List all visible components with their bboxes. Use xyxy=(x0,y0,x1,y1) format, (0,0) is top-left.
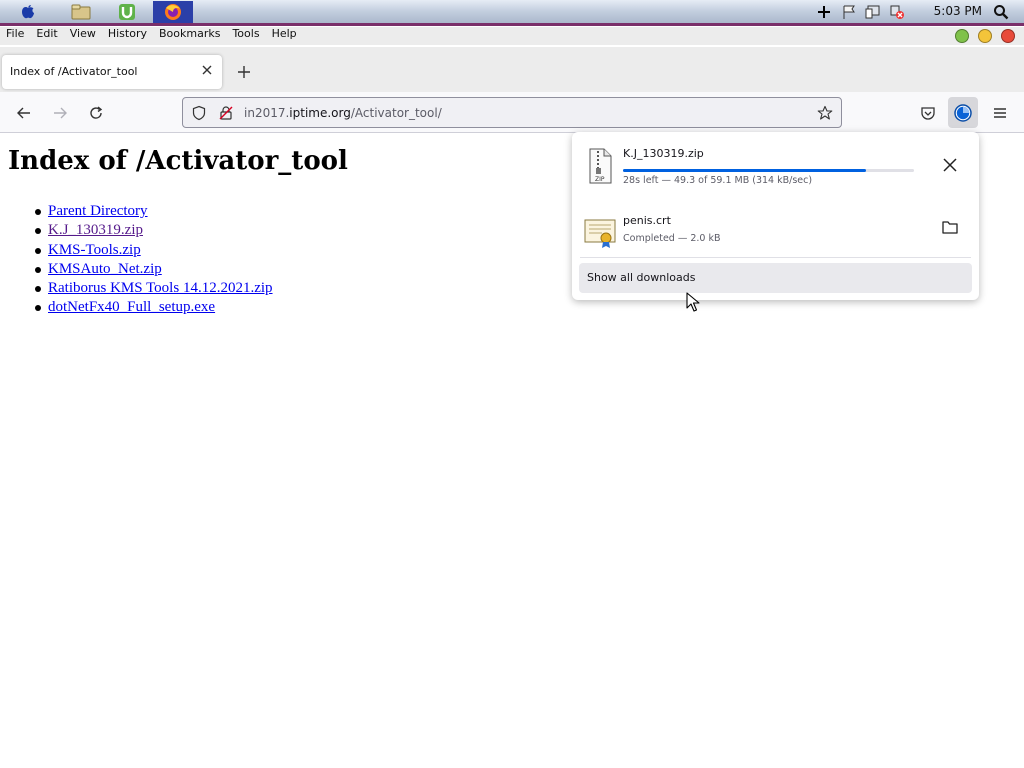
clock[interactable]: 5:03 PM xyxy=(934,4,982,18)
svg-text:ZIP: ZIP xyxy=(595,176,605,183)
download-progress-bar xyxy=(623,169,914,172)
file-list: Parent Directory K.J_130319.zip KMS-Tool… xyxy=(35,202,273,318)
url-path: /Activator_tool/ xyxy=(350,106,442,120)
folder-icon xyxy=(942,221,958,234)
apple-menu-icon[interactable] xyxy=(13,1,43,23)
downloads-button[interactable] xyxy=(948,97,978,128)
os-top-panel: 5:03 PM xyxy=(0,0,1024,26)
link-file[interactable]: K.J_130319.zip xyxy=(48,222,143,238)
download-item-completed[interactable]: penis.crt Completed — 2.0 kB xyxy=(580,202,971,260)
mouse-cursor-icon xyxy=(686,292,700,312)
tab-strip: Index of /Activator_tool xyxy=(0,47,1024,92)
navigation-toolbar: in2017.iptime.org/Activator_tool/ xyxy=(0,92,1024,133)
maximize-button[interactable] xyxy=(955,29,969,43)
menu-file[interactable]: File xyxy=(0,27,30,45)
cancel-download-button[interactable] xyxy=(939,154,961,176)
list-item: KMS-Tools.zip xyxy=(35,241,273,260)
app-menu-button[interactable] xyxy=(989,102,1011,124)
add-applet-icon[interactable] xyxy=(815,3,833,21)
list-item: dotNetFx40_Full_setup.exe xyxy=(35,298,273,317)
url-bar[interactable]: in2017.iptime.org/Activator_tool/ xyxy=(182,97,842,128)
menu-tools[interactable]: Tools xyxy=(226,27,265,45)
download-progress-fill xyxy=(623,169,866,172)
download-filename: K.J_130319.zip xyxy=(623,147,704,160)
url-text[interactable]: in2017.iptime.org/Activator_tool/ xyxy=(244,106,442,120)
divider xyxy=(580,257,971,258)
download-status: 28s left — 49.3 of 59.1 MB (314 kB/sec) xyxy=(623,175,813,186)
back-arrow-icon xyxy=(17,107,30,119)
bookmark-star-icon[interactable] xyxy=(817,105,833,121)
link-parent-directory[interactable]: Parent Directory xyxy=(48,203,148,219)
certificate-file-icon xyxy=(584,214,616,250)
forward-arrow-icon xyxy=(54,107,67,119)
download-progress-icon xyxy=(954,103,972,122)
list-item: Ratiborus KMS Tools 14.12.2021.zip xyxy=(35,279,273,298)
url-prefix: in2017. xyxy=(244,106,290,120)
url-host: iptime.org xyxy=(289,106,351,120)
downloads-panel: ZIP K.J_130319.zip 28s left — 49.3 of 59… xyxy=(572,132,979,300)
menu-view[interactable]: View xyxy=(64,27,102,45)
network-disconnected-icon[interactable] xyxy=(888,3,906,21)
close-window-button[interactable] xyxy=(1001,29,1015,43)
menu-edit[interactable]: Edit xyxy=(30,27,63,45)
pocket-icon xyxy=(921,107,935,120)
tracking-shield-icon[interactable] xyxy=(191,105,207,121)
show-all-downloads-button[interactable]: Show all downloads xyxy=(579,263,972,293)
list-item: KMSAuto_Net.zip xyxy=(35,260,273,279)
pocket-button[interactable] xyxy=(917,102,939,124)
menu-bookmarks[interactable]: Bookmarks xyxy=(153,27,226,45)
link-file[interactable]: Ratiborus KMS Tools 14.12.2021.zip xyxy=(48,280,273,296)
link-file[interactable]: dotNetFx40_Full_setup.exe xyxy=(48,299,215,315)
forward-button[interactable] xyxy=(49,102,71,124)
open-containing-folder-button[interactable] xyxy=(939,216,961,238)
download-status: Completed — 2.0 kB xyxy=(623,233,721,244)
tab-title: Index of /Activator_tool xyxy=(10,65,138,78)
reload-button[interactable] xyxy=(85,102,107,124)
page-title: Index of /Activator_tool xyxy=(8,146,348,176)
file-manager-icon[interactable] xyxy=(66,1,96,23)
link-file[interactable]: KMSAuto_Net.zip xyxy=(48,261,162,277)
new-tab-button[interactable] xyxy=(234,62,254,82)
panel-accent-line xyxy=(0,23,1024,26)
zip-file-icon: ZIP xyxy=(584,148,616,184)
list-item: Parent Directory xyxy=(35,202,273,221)
reload-icon xyxy=(90,106,103,119)
minimize-button[interactable] xyxy=(978,29,992,43)
download-item-in-progress[interactable]: ZIP K.J_130319.zip 28s left — 49.3 of 59… xyxy=(580,136,971,194)
firefox-icon[interactable] xyxy=(153,1,193,23)
tab-active[interactable]: Index of /Activator_tool xyxy=(2,55,222,89)
close-tab-icon[interactable] xyxy=(200,63,214,77)
search-icon[interactable] xyxy=(992,3,1010,21)
menu-help[interactable]: Help xyxy=(266,27,303,45)
download-filename: penis.crt xyxy=(623,214,671,227)
menu-history[interactable]: History xyxy=(102,27,153,45)
menu-bar: File Edit View History Bookmarks Tools H… xyxy=(0,27,1024,45)
insecure-connection-icon[interactable] xyxy=(218,105,234,121)
link-file[interactable]: KMS-Tools.zip xyxy=(48,242,141,258)
hamburger-menu-icon xyxy=(994,108,1006,118)
display-icon[interactable] xyxy=(864,3,882,21)
back-button[interactable] xyxy=(13,102,35,124)
list-item: K.J_130319.zip xyxy=(35,221,273,240)
notification-flag-icon[interactable] xyxy=(840,3,858,21)
torrent-client-icon[interactable] xyxy=(112,1,142,23)
close-icon xyxy=(943,158,957,172)
